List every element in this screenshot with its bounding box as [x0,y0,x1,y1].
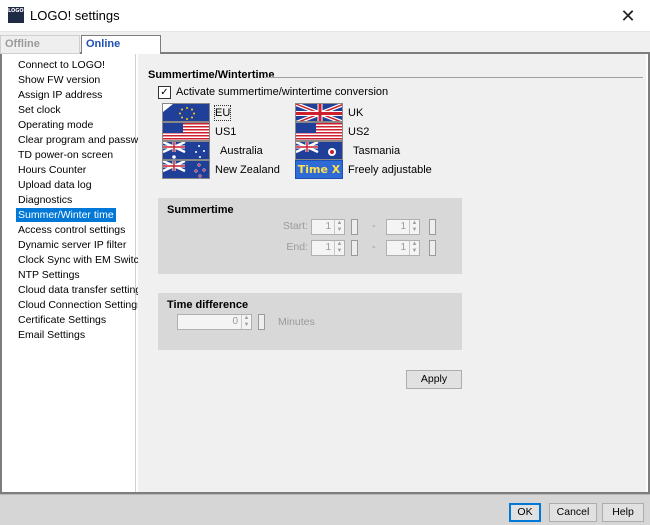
us-flag-icon[interactable] [295,122,343,141]
start-label: Start: [282,220,308,232]
spin-up-icon[interactable]: ▲ [335,241,344,248]
summertime-group: Summertime Start: 1 ▲ ▼ - 1 ▲ ▼ End: 1 ▲ ▼ … [158,198,462,274]
start-day-spinner[interactable]: 1 ▲ ▼ [311,219,345,235]
region-eu-label[interactable]: EU [213,105,232,121]
checkmark-icon: ✓ [160,86,169,98]
end-day-slot[interactable] [351,240,358,256]
region-tasmania-label[interactable]: Tasmania [353,144,400,158]
sidebar-item-operating-mode[interactable]: Operating mode [16,118,95,132]
close-icon: ✕ [620,5,636,26]
sidebar-item-set-clock[interactable]: Set clock [16,103,63,117]
start-month-spinner[interactable]: 1 ▲ ▼ [386,219,420,235]
region-us1-label[interactable]: US1 [215,125,236,139]
dialog-footer: OK Cancel Help [0,494,650,525]
sidebar-item-connect[interactable]: Connect to LOGO! [16,58,107,72]
sidebar-item-hours-counter[interactable]: Hours Counter [16,163,88,177]
time-x-icon[interactable]: Time X [295,160,343,179]
spinner-buttons[interactable]: ▲ ▼ [409,220,419,234]
logo-app-icon: LOGO! [8,7,26,23]
start-separator: - [372,220,376,232]
section-title: Summertime/Wintertime [148,69,275,81]
end-separator: - [372,241,376,253]
activate-conversion-label: Activate summertime/wintertime conversio… [176,86,389,98]
spinner-buttons[interactable]: ▲ ▼ [241,315,251,329]
sidebar-item-fw-version[interactable]: Show FW version [16,73,102,87]
spinner-buttons[interactable]: ▲ ▼ [334,241,344,255]
end-month-spinner[interactable]: 1 ▲ ▼ [386,240,420,256]
spin-down-icon[interactable]: ▼ [335,227,344,234]
end-day-spinner[interactable]: 1 ▲ ▼ [311,240,345,256]
eu-flag-icon[interactable] [162,103,210,122]
section-divider [265,77,643,78]
sidebar-item-ip-filter[interactable]: Dynamic server IP filter [16,238,128,252]
spin-down-icon[interactable]: ▼ [410,248,419,255]
spin-up-icon[interactable]: ▲ [410,241,419,248]
spin-down-icon[interactable]: ▼ [242,322,251,329]
end-label: End: [286,241,308,253]
sidebar-item-td-screen[interactable]: TD power-on screen [16,148,115,162]
time-difference-title: Time difference [167,299,249,311]
end-month-slot[interactable] [429,240,436,256]
start-day-slot[interactable] [351,219,358,235]
time-difference-spinner[interactable]: 0 ▲ ▼ [177,314,252,330]
spin-down-icon[interactable]: ▼ [410,227,419,234]
tasmania-flag-icon[interactable] [295,141,343,160]
sidebar: Connect to LOGO! Show FW version Assign … [8,54,153,492]
region-us2-label[interactable]: US2 [348,125,369,139]
sidebar-item-ntp[interactable]: NTP Settings [16,268,82,282]
tab-offline-settings[interactable]: Offline settings [0,35,80,67]
settings-content: Summertime/Wintertime ✓ Activate summert… [138,54,646,492]
sidebar-item-summer-winter[interactable]: Summer/Winter time [16,208,116,222]
time-difference-group: Time difference 0 ▲ ▼ Minutes [158,293,462,350]
help-button[interactable]: Help [602,503,644,522]
spin-up-icon[interactable]: ▲ [335,220,344,227]
summertime-title: Summertime [167,204,234,216]
sidebar-item-cloud-connection[interactable]: Cloud Connection Settings [16,298,144,312]
region-new-zealand-label[interactable]: New Zealand [215,163,280,177]
sidebar-item-clock-sync[interactable]: Clock Sync with EM Switch [16,253,147,267]
sidebar-item-certificate[interactable]: Certificate Settings [16,313,108,327]
time-difference-value: 0 [232,316,238,327]
sidebar-item-ip-address[interactable]: Assign IP address [16,88,104,102]
minutes-label: Minutes [278,316,315,328]
sidebar-item-access-control[interactable]: Access control settings [16,223,127,237]
us-flag-icon[interactable] [162,122,210,141]
start-day-value: 1 [325,221,331,232]
ok-button[interactable]: OK [509,503,541,522]
spinner-buttons[interactable]: ▲ ▼ [409,241,419,255]
new-zealand-flag-icon[interactable] [162,160,210,179]
activate-conversion-checkbox[interactable]: ✓ [158,85,171,99]
title-bar: LOGO! LOGO! settings ✕ [0,0,650,32]
window-title: LOGO! settings [30,8,120,23]
sidebar-item-clear-program[interactable]: Clear program and password [16,133,155,147]
start-month-slot[interactable] [429,219,436,235]
end-month-value: 1 [400,242,406,253]
start-month-value: 1 [400,221,406,232]
sidebar-item-upload-log[interactable]: Upload data log [16,178,94,192]
sidebar-item-diagnostics[interactable]: Diagnostics [16,193,74,207]
sidebar-item-cloud-transfer[interactable]: Cloud data transfer settings [16,283,148,297]
sidebar-item-email[interactable]: Email Settings [16,328,87,342]
spinner-buttons[interactable]: ▲ ▼ [334,220,344,234]
app-icon-text: LOGO! [8,8,26,14]
region-freely-adjustable-label[interactable]: Freely adjustable [348,163,432,177]
apply-button[interactable]: Apply [406,370,462,389]
main-area: Connect to LOGO! Show FW version Assign … [0,54,650,494]
close-button[interactable]: ✕ [606,0,650,32]
tab-online-settings[interactable]: Online settings [81,35,161,67]
australia-flag-icon[interactable] [162,141,210,160]
tab-bar: Offline settings Online settings [0,32,650,67]
spin-up-icon[interactable]: ▲ [242,315,251,322]
time-difference-slot[interactable] [258,314,265,330]
region-australia-label[interactable]: Australia [220,144,263,158]
spin-up-icon[interactable]: ▲ [410,220,419,227]
time-x-badge: Time X [297,163,341,176]
cancel-button[interactable]: Cancel [549,503,597,522]
region-uk-label[interactable]: UK [348,106,363,120]
spin-down-icon[interactable]: ▼ [335,248,344,255]
activate-conversion-row[interactable]: ✓ Activate summertime/wintertime convers… [158,85,388,99]
uk-flag-icon[interactable] [295,103,343,122]
end-day-value: 1 [325,242,331,253]
